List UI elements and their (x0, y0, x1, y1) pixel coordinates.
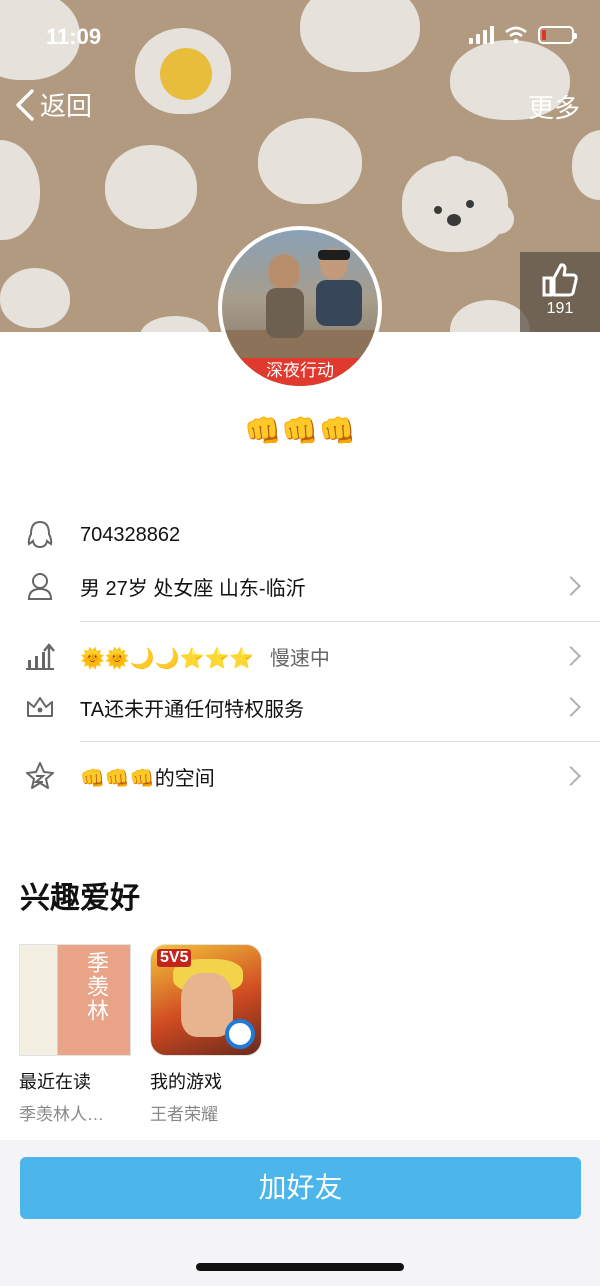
tencent-games-logo-icon (225, 1019, 255, 1049)
game-icon: 5V5 (150, 944, 262, 1056)
space-link: 👊👊👊的空间 (80, 767, 215, 790)
game-card-desc: 王者荣耀 (150, 1105, 218, 1124)
level-status: 慢速中 (269, 647, 330, 670)
chevron-left-icon (16, 88, 34, 121)
game-card-title: 我的游戏 (150, 1072, 222, 1092)
back-button[interactable]: 返回 (14, 86, 92, 123)
avatar-image: 深夜行动 (222, 230, 378, 386)
bun-decoration (450, 300, 530, 332)
bun-decoration (258, 118, 362, 204)
signal-icon (469, 26, 494, 44)
thumbs-up-icon (542, 263, 578, 297)
chevron-right-icon (561, 766, 581, 786)
status-time: 11:09 (46, 24, 102, 49)
avatar[interactable]: 深夜行动 (218, 226, 382, 390)
level-row[interactable]: 🌞🌞🌙🌙⭐⭐⭐ 慢速中 (0, 631, 600, 681)
like-button[interactable]: 191 (520, 252, 600, 332)
profile-details-row[interactable]: 男 27岁 处女座 山东-临沂 (0, 561, 600, 611)
battery-icon (538, 26, 577, 44)
bun-decoration (0, 140, 40, 240)
egg-yolk-decoration (160, 48, 212, 100)
divider (80, 621, 600, 622)
back-label: 返回 (40, 91, 93, 121)
space-row[interactable]: 👊👊👊的空间 (0, 751, 600, 801)
book-cover: 季羡林 (19, 944, 131, 1056)
reading-card[interactable]: 季羡林 最近在读 季羡林人… (19, 944, 131, 1125)
status-bar: 11:09 (0, 18, 600, 54)
reading-card-title: 最近在读 (19, 1072, 91, 1092)
privilege-text: TA还未开通任何特权服务 (80, 698, 305, 721)
book-cover-title: 季羡林 (84, 951, 109, 1023)
penguin-icon (24, 519, 56, 551)
bun-decoration (572, 130, 600, 200)
like-count: 191 (546, 300, 574, 317)
person-icon (24, 570, 56, 602)
qq-number-row[interactable]: 704328862 (0, 510, 600, 560)
divider (80, 741, 600, 742)
nickname: 👊👊👊 (243, 415, 357, 448)
bun-decoration (105, 145, 197, 229)
home-indicator[interactable] (196, 1263, 404, 1271)
bun-decoration (140, 316, 210, 332)
qq-number: 704328862 (80, 523, 181, 546)
chevron-right-icon (561, 646, 581, 666)
level-icons: 🌞🌞🌙🌙⭐⭐⭐ (80, 647, 255, 670)
reading-card-desc: 季羡林人… (19, 1105, 104, 1124)
chevron-right-icon (561, 697, 581, 717)
profile-details: 男 27岁 处女座 山东-临沂 (80, 577, 306, 600)
chevron-right-icon (561, 576, 581, 596)
level-up-icon (24, 640, 56, 672)
level-row-content: 🌞🌞🌙🌙⭐⭐⭐ 慢速中 (80, 642, 330, 671)
game-card[interactable]: 5V5 我的游戏 王者荣耀 (150, 944, 262, 1125)
avatar-badge: 深夜行动 (222, 358, 378, 386)
crown-icon (24, 691, 56, 723)
add-friend-button[interactable]: 加好友 (20, 1157, 581, 1219)
interests-title: 兴趣爱好 (20, 882, 140, 915)
bear-face-decoration (402, 160, 508, 252)
bun-decoration (0, 268, 70, 328)
game-mode-tag: 5V5 (157, 949, 192, 967)
star-icon (24, 760, 56, 792)
more-button[interactable]: 更多 (528, 88, 580, 125)
bear-features-icon (434, 200, 474, 226)
status-icons (469, 26, 577, 44)
wifi-icon (505, 26, 527, 44)
privilege-row[interactable]: TA还未开通任何特权服务 (0, 682, 600, 732)
